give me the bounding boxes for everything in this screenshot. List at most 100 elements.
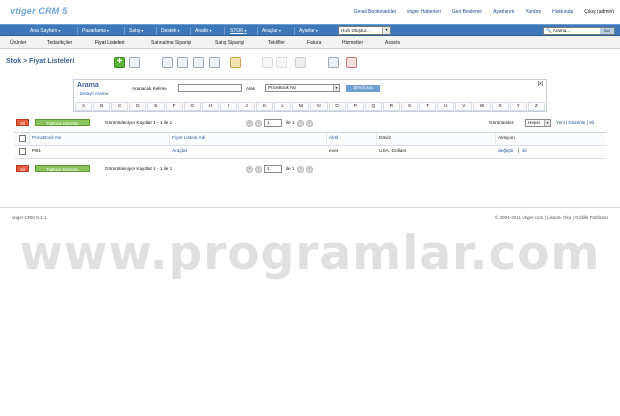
- note-icon[interactable]: [230, 57, 241, 68]
- subnav-vendors[interactable]: Tedarikçiler: [47, 40, 72, 46]
- select-all-checkbox[interactable]: [19, 135, 26, 142]
- next-page-icon: ›: [297, 166, 304, 173]
- alpha-letter[interactable]: T: [419, 102, 437, 111]
- page-of-text-bottom: ile 1: [286, 166, 295, 171]
- field-select[interactable]: PriceBook No ▾: [265, 84, 340, 92]
- search-now-button[interactable]: Şimdi ara: [346, 85, 380, 92]
- calendar-icon[interactable]: [162, 57, 173, 68]
- alpha-letter[interactable]: X: [491, 102, 509, 111]
- alpha-letter[interactable]: N: [310, 102, 328, 111]
- alpha-letter[interactable]: Q: [364, 102, 382, 111]
- alpha-letter[interactable]: Z: [527, 102, 545, 111]
- alpha-letter[interactable]: V: [455, 102, 473, 111]
- subnav-products[interactable]: Ürünler: [10, 40, 26, 46]
- subnav-quotes[interactable]: Teklifler: [268, 40, 285, 46]
- global-search-input[interactable]: 🔍 Arama... Bul: [543, 27, 615, 35]
- global-search-button[interactable]: Bul: [600, 28, 614, 34]
- gmail-bookmarklet-link[interactable]: Gmail Bookmarklet: [354, 9, 396, 15]
- subnav-purchase-orders[interactable]: Satınalma Siparişi: [151, 40, 191, 46]
- alpha-letter[interactable]: S: [400, 102, 419, 111]
- alpha-letter[interactable]: G: [183, 102, 201, 111]
- mass-edit-button[interactable]: Topluca Düzenle: [35, 119, 90, 126]
- nav-settings[interactable]: Ayarlar▾: [299, 28, 318, 34]
- breadcrumb[interactable]: Stok > Fiyat Listeleri: [6, 58, 74, 65]
- subnav-services[interactable]: Hizmetler: [342, 40, 363, 46]
- page-input[interactable]: 1: [264, 119, 282, 127]
- nav-tools[interactable]: Araçlar▾: [262, 28, 281, 34]
- help-link[interactable]: Yardım: [525, 9, 541, 15]
- subnav-invoices[interactable]: Fatura: [307, 40, 321, 46]
- alpha-letter[interactable]: A: [75, 102, 93, 111]
- delete-link[interactable]: sil: [522, 149, 527, 154]
- alpha-letter[interactable]: C: [111, 102, 129, 111]
- col-active[interactable]: Aktif: [329, 136, 338, 141]
- logout-link[interactable]: Çıkış (admin): [584, 9, 614, 15]
- keyword-input[interactable]: [178, 84, 242, 92]
- alpha-letter[interactable]: J: [237, 102, 256, 111]
- page-input-bottom[interactable]: 1: [264, 165, 282, 173]
- alpha-letter[interactable]: L: [274, 102, 292, 111]
- cell-pricebook-name[interactable]: Araçlar: [172, 149, 187, 154]
- import-icon: [295, 57, 306, 68]
- delete-button-bottom[interactable]: Sil: [16, 165, 29, 172]
- alpha-letter[interactable]: D: [129, 102, 147, 111]
- feedback-link[interactable]: Geri Besleme: [452, 9, 482, 15]
- quick-create-select[interactable]: Hızlı Oluştur... ▾: [338, 26, 391, 35]
- nav-analytics[interactable]: Analiz▾: [195, 28, 212, 34]
- alpha-letter[interactable]: M: [292, 102, 310, 111]
- my-preferences-link[interactable]: Ayarlarım: [493, 9, 514, 15]
- alpha-letter[interactable]: R: [382, 102, 400, 111]
- alpha-letter[interactable]: H: [201, 102, 219, 111]
- alpha-letter[interactable]: W: [473, 102, 491, 111]
- alpha-letter[interactable]: K: [256, 102, 274, 111]
- records-count: Görüntüleniyor Kayıtlar 1 - 1 ile 1: [105, 120, 173, 125]
- tools-icon[interactable]: [346, 57, 357, 68]
- app-logo[interactable]: vtiger CRM 5: [10, 6, 67, 16]
- chat-icon[interactable]: [209, 57, 220, 68]
- nav-home[interactable]: Ana Sayfam▾: [30, 28, 60, 34]
- vtiger-news-link[interactable]: vtiger Haberleri: [407, 9, 441, 15]
- search-icon[interactable]: [129, 57, 140, 68]
- alpha-letter[interactable]: U: [437, 102, 455, 111]
- nav-inventory-label: STOK: [230, 28, 244, 34]
- subnav-pricebooks[interactable]: Fiyat Listeleri: [95, 40, 124, 46]
- alpha-letter[interactable]: B: [93, 102, 111, 111]
- nav-sales[interactable]: Satış▾: [129, 28, 143, 34]
- prev-page-icon: ‹: [255, 166, 262, 173]
- alpha-letter[interactable]: F: [165, 102, 183, 111]
- quick-create-value: Hızlı Oluştur...: [341, 28, 370, 33]
- alpha-letter[interactable]: P: [346, 102, 364, 111]
- create-icon[interactable]: +: [114, 57, 125, 68]
- delete-button[interactable]: Sil: [16, 119, 29, 126]
- edit-link[interactable]: değiştir: [498, 149, 513, 154]
- about-link[interactable]: Hakkında: [552, 9, 573, 15]
- info-icon[interactable]: [193, 57, 204, 68]
- cell-pricebook-no: PB1: [32, 149, 42, 154]
- nav-marketing-label: Pazarlama: [82, 28, 106, 34]
- close-icon[interactable]: [x]: [538, 81, 543, 87]
- mass-edit-button-bottom[interactable]: Topluca Düzenle: [35, 165, 90, 172]
- last-page-icon: »: [306, 166, 313, 173]
- clock-icon[interactable]: [177, 57, 188, 68]
- advanced-search-link[interactable]: - Detaylı Arama: [77, 91, 108, 96]
- export-icon[interactable]: [328, 57, 339, 68]
- nav-inventory[interactable]: STOK▾: [230, 28, 247, 34]
- search-panel: Arama - Detaylı Arama Aranacak Kelime Al…: [73, 79, 547, 112]
- cell-active: evet: [329, 149, 339, 154]
- column-divider: [326, 133, 327, 146]
- col-pricebook-no[interactable]: PriceBook No: [32, 136, 61, 141]
- alpha-letter[interactable]: Y: [509, 102, 527, 111]
- col-pricebook-name[interactable]: Fiyat Listesi Adı: [172, 136, 206, 141]
- nav-support[interactable]: Destek▾: [161, 28, 180, 34]
- alpha-letter[interactable]: E: [147, 102, 165, 111]
- row-checkbox[interactable]: [19, 148, 26, 155]
- footer-links[interactable]: © 2004-2011 vtiger.com | Lisansı Oku | G…: [495, 215, 608, 220]
- subnav-assets[interactable]: Assets: [385, 40, 400, 46]
- nav-home-label: Ana Sayfam: [30, 28, 58, 34]
- views-select[interactable]: Hepsi ▾: [525, 119, 551, 127]
- views-links[interactable]: Yeni | Düzenle | Sil: [556, 120, 594, 125]
- alpha-letter[interactable]: O: [328, 102, 346, 111]
- alpha-letter[interactable]: I: [219, 102, 237, 111]
- subnav-sales-orders[interactable]: Satış Siparişi: [215, 40, 244, 46]
- nav-marketing[interactable]: Pazarlama▾: [82, 28, 109, 34]
